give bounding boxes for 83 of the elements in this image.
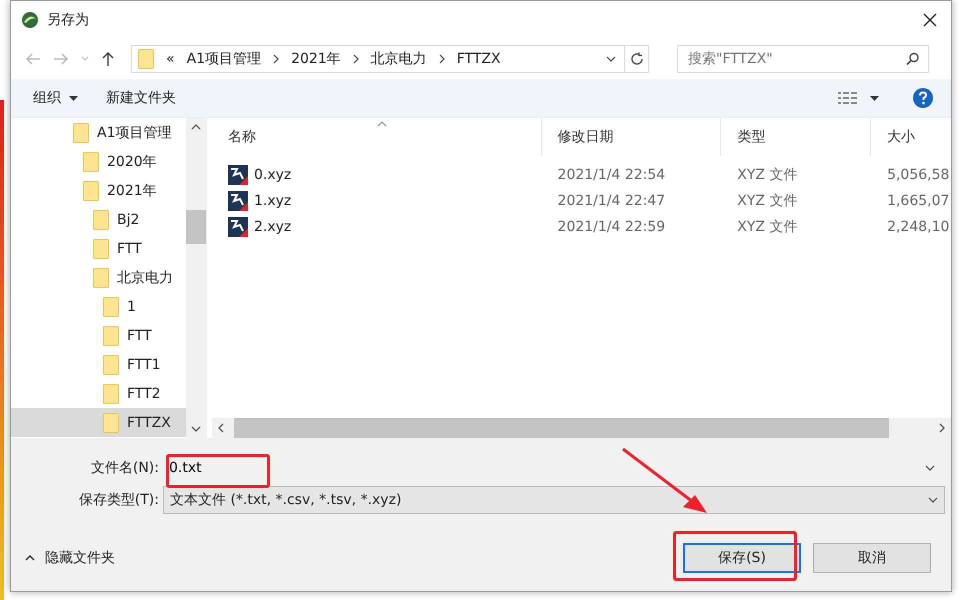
date-cell-text: 2021/1/4 22:47: [556, 193, 666, 209]
type-cell-text: XYZ 文件: [736, 166, 798, 184]
organize-button[interactable]: 组织: [25, 85, 86, 111]
scrollbar-thumb[interactable]: [186, 210, 206, 244]
file-icon: [228, 191, 248, 211]
folder-tree-item[interactable]: 北京电力: [11, 263, 186, 292]
filetype-dropdown[interactable]: 文本文件 (*.txt, *.csv, *.tsv, *.xyz): [163, 486, 945, 514]
cancel-button[interactable]: 取消: [813, 542, 931, 572]
folder-tree-item[interactable]: A1项目管理: [11, 118, 186, 147]
folder-icon: [83, 152, 99, 172]
folder-icon: [93, 268, 109, 288]
close-icon[interactable]: [923, 13, 937, 27]
breadcrumb-overflow[interactable]: «: [166, 51, 175, 67]
sort-caret-icon: [377, 121, 387, 127]
folder-icon: [103, 296, 119, 316]
column-header[interactable]: 名称: [212, 118, 542, 156]
folder-tree-item[interactable]: Bj2: [11, 205, 186, 234]
up-arrow-icon[interactable]: [101, 51, 115, 67]
scroll-up-icon[interactable]: [191, 124, 201, 130]
folder-icon: [103, 326, 119, 346]
hide-folders-button[interactable]: 隐藏文件夹: [21, 544, 119, 570]
folder-icon: [83, 180, 99, 200]
filename-label: 文件名(N):: [90, 459, 160, 477]
chevron-icon: [352, 54, 359, 64]
size-cell-text: 2,248,10: [886, 219, 950, 235]
search-field[interactable]: 搜索"FTTZX": [677, 45, 929, 73]
folder-icon: [103, 412, 119, 432]
help-icon[interactable]: [913, 88, 933, 108]
folder-icon: [103, 384, 119, 404]
breadcrumb-item[interactable]: 北京电力: [370, 50, 427, 68]
scroll-right-icon[interactable]: [939, 423, 945, 433]
folder-tree-item[interactable]: 2021年: [11, 176, 186, 205]
dropdown-icon[interactable]: [606, 56, 616, 62]
folder-icon: [103, 354, 119, 374]
column-header[interactable]: 修改日期: [542, 118, 722, 156]
folder-tree-item[interactable]: 2020年: [11, 147, 186, 176]
address-bar[interactable]: « A1项目管理 2021年 北京电力 FTTZX: [131, 45, 625, 73]
type-cell-text: XYZ 文件: [736, 218, 798, 236]
dropdown-icon[interactable]: [870, 96, 879, 100]
breadcrumb-item[interactable]: FTTZX: [456, 51, 501, 67]
breadcrumb-item[interactable]: A1项目管理: [186, 50, 262, 68]
folder-tree-item[interactable]: 1: [11, 292, 186, 321]
dropdown-icon: [928, 497, 938, 503]
search-icon: [906, 52, 919, 66]
refresh-icon: [630, 52, 644, 66]
date-cell-text: 2021/1/4 22:54: [556, 167, 666, 183]
folder-tree-item[interactable]: FTT2: [11, 379, 186, 408]
chevron-icon: [438, 54, 445, 64]
folder-tree-item[interactable]: FTT1: [11, 350, 186, 379]
file-name[interactable]: 2.xyz: [254, 219, 292, 235]
scroll-left-icon[interactable]: [218, 423, 224, 433]
file-name[interactable]: 0.xyz: [254, 167, 292, 183]
app-logo-icon: [21, 11, 39, 29]
size-cell-text: 1,665,07: [886, 193, 950, 209]
date-cell-text: 2021/1/4 22:59: [556, 219, 666, 235]
folder-tree-item[interactable]: FTTZX: [11, 408, 186, 437]
column-header[interactable]: 类型: [721, 118, 872, 156]
window-title: 另存为: [47, 11, 89, 29]
filetype-label: 保存类型(T):: [78, 491, 160, 509]
save-button[interactable]: 保存(S): [683, 542, 801, 572]
folder-icon: [93, 238, 109, 258]
breadcrumb-item[interactable]: 2021年: [291, 50, 341, 68]
file-icon: [228, 217, 248, 237]
folder-tree-item[interactable]: FTT: [11, 234, 186, 263]
column-header[interactable]: 大小: [871, 118, 951, 156]
refresh-button[interactable]: [625, 45, 649, 73]
folder-icon: [138, 49, 154, 69]
size-cell-text: 5,056,58: [886, 167, 950, 183]
file-icon: [228, 165, 248, 185]
scroll-down-icon[interactable]: [191, 426, 201, 432]
new-folder-button[interactable]: 新建文件夹: [98, 85, 184, 111]
type-cell-text: XYZ 文件: [736, 192, 798, 210]
caret-icon: [25, 554, 35, 560]
vertical-scrollbar[interactable]: [186, 118, 206, 438]
folder-tree-item[interactable]: FTT: [11, 321, 186, 350]
dropdown-icon[interactable]: [925, 465, 935, 471]
chevron-icon: [273, 54, 280, 64]
caret-icon: [69, 96, 78, 100]
folder-icon: [73, 122, 89, 142]
filename-field[interactable]: 0.txt: [163, 454, 945, 482]
file-name[interactable]: 1.xyz: [254, 193, 292, 209]
view-list-icon[interactable]: [838, 92, 858, 104]
folder-icon: [93, 210, 109, 230]
